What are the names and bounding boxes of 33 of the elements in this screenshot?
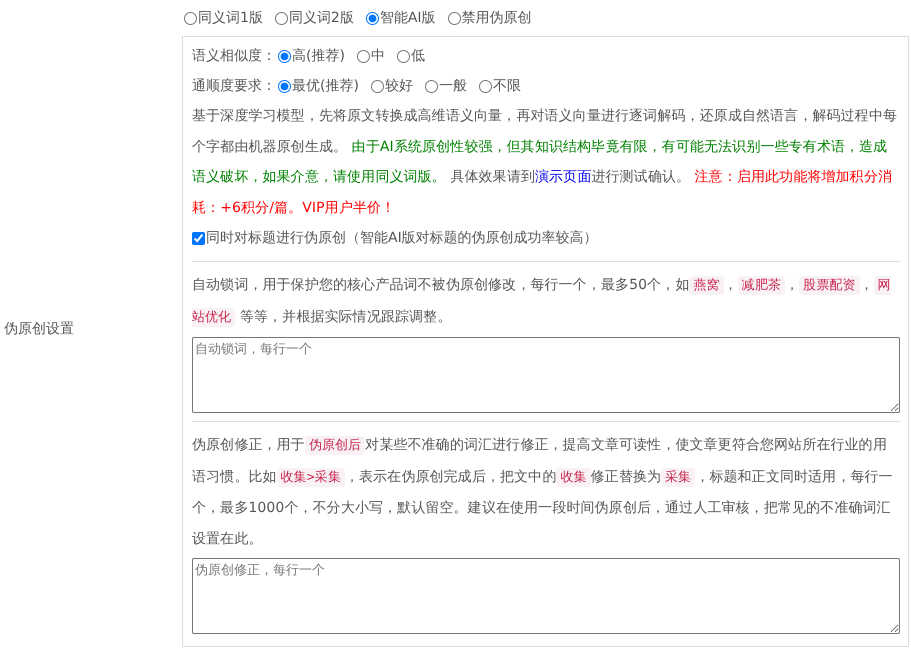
field-label: 通顺度要求： — [192, 77, 276, 95]
corrections-field[interactable]: 伪原创修正，每行一个 — [192, 558, 900, 634]
radio-button[interactable] — [184, 12, 197, 24]
radio-label[interactable]: 禁用伪原创 — [462, 9, 532, 27]
lock-words-description: 自动锁词，用于保护您的核心产品词不被伪原创修改，每行一个，最多50个，如 燕窝 ， 减肥茶 ， 股票配资 ， 网站优化 等等，并根据实际情况跟踪调整。 — [192, 275, 892, 328]
radio-label[interactable]: 中 — [370, 47, 385, 65]
radio-label[interactable]: 智能AI版 — [380, 9, 436, 27]
radio-button[interactable] — [478, 80, 492, 92]
lock-words-field[interactable]: 自动锁词，每行一个 — [192, 337, 900, 413]
radio-label[interactable]: 较好 — [384, 77, 413, 95]
radio-label[interactable]: 同义词2版 — [288, 9, 354, 27]
radio-button[interactable] — [366, 12, 379, 24]
radio-button[interactable] — [396, 50, 410, 62]
checkbox[interactable] — [192, 232, 205, 244]
radio-button[interactable] — [278, 50, 291, 62]
radio-label[interactable]: 不限 — [492, 77, 521, 95]
radio-button[interactable] — [356, 50, 370, 62]
radio-label[interactable]: 同义词1版 — [198, 9, 263, 27]
radio-button[interactable] — [274, 12, 288, 24]
checkbox-label[interactable]: 同时对标题进行伪原创（智能AI版对标题的伪原创成功率较高） — [206, 229, 598, 247]
radio-label[interactable]: 低 — [410, 47, 425, 65]
radio-label[interactable]: 最优(推荐) — [292, 77, 359, 95]
radio-button[interactable] — [370, 80, 384, 92]
radio-button[interactable] — [424, 80, 438, 92]
corrections-description: 伪原创修正，用于 伪原创后 对某些不准确的词汇进行修正，提高文章可读性，使文章更符合您网站所在行业的用语习惯。比如 收集>采集 ，表示在伪原创完成后，把文中的 收集 修正替换为 采集 ，标题和正文同时适用，每行一个，最多1000个，不分大小写，默认留空。建议在使用一段时间伪原创后，通过人工审核，把常见的不准确词汇设置在此。 — [192, 435, 894, 548]
radio-button[interactable] — [278, 80, 291, 92]
radio-button[interactable] — [448, 12, 461, 24]
radio-label[interactable]: 一般 — [438, 77, 467, 95]
demo-page-link[interactable]: 演示页面 — [534, 169, 592, 185]
field-label: 语义相似度： — [192, 47, 276, 65]
radio-label[interactable]: 高(推荐) — [292, 47, 345, 65]
description-text: 基于深度学习模型，先将原文转换成高维语义向量，再对语义向量进行逐词解码，还原成自然语言，解码过程中每个字都由机器原创生成。 由于AI系统原创性较强，但其知识结构毕竟有限，有可能无法识别一些专有术语，造成语义破坏，如果介意，请使用同义词版。 具体效果请到演示页面进行测试确认。 注意：启用此功能将增加积分消耗：+6积分/篇。VIP用户半价！ — [192, 107, 898, 218]
section-label: 伪原创设置 — [4, 320, 74, 338]
